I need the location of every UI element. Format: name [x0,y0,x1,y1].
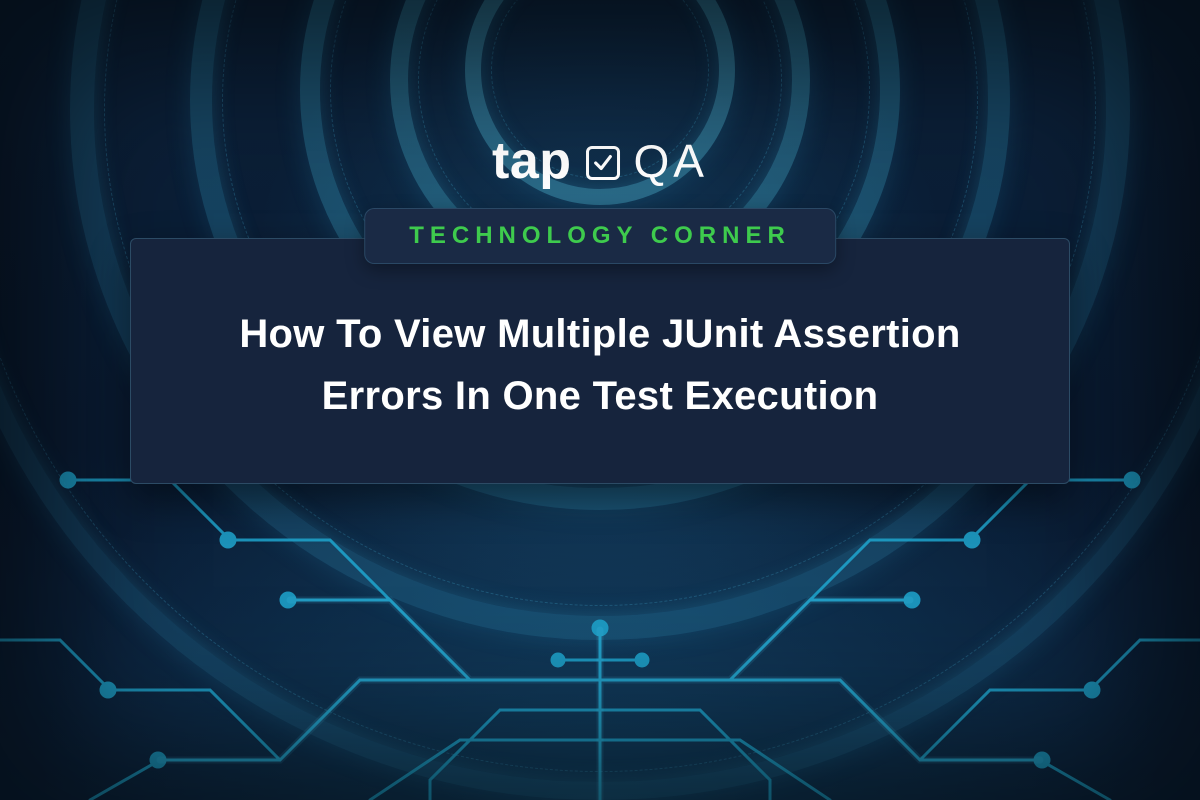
category-label: TECHNOLOGY CORNER [409,222,791,249]
checkmark-icon [586,146,620,180]
brand-logo: tap QA [492,135,708,187]
title-card: How To View Multiple JUnit Assertion Err… [130,238,1070,484]
category-badge: TECHNOLOGY CORNER [364,208,836,264]
article-title: How To View Multiple JUnit Assertion Err… [191,303,1009,427]
brand-word-qa: QA [634,138,708,184]
hero-graphic: tap QA TECHNOLOGY CORNER How To View Mul… [0,0,1200,800]
brand-word-tap: tap [492,135,572,187]
